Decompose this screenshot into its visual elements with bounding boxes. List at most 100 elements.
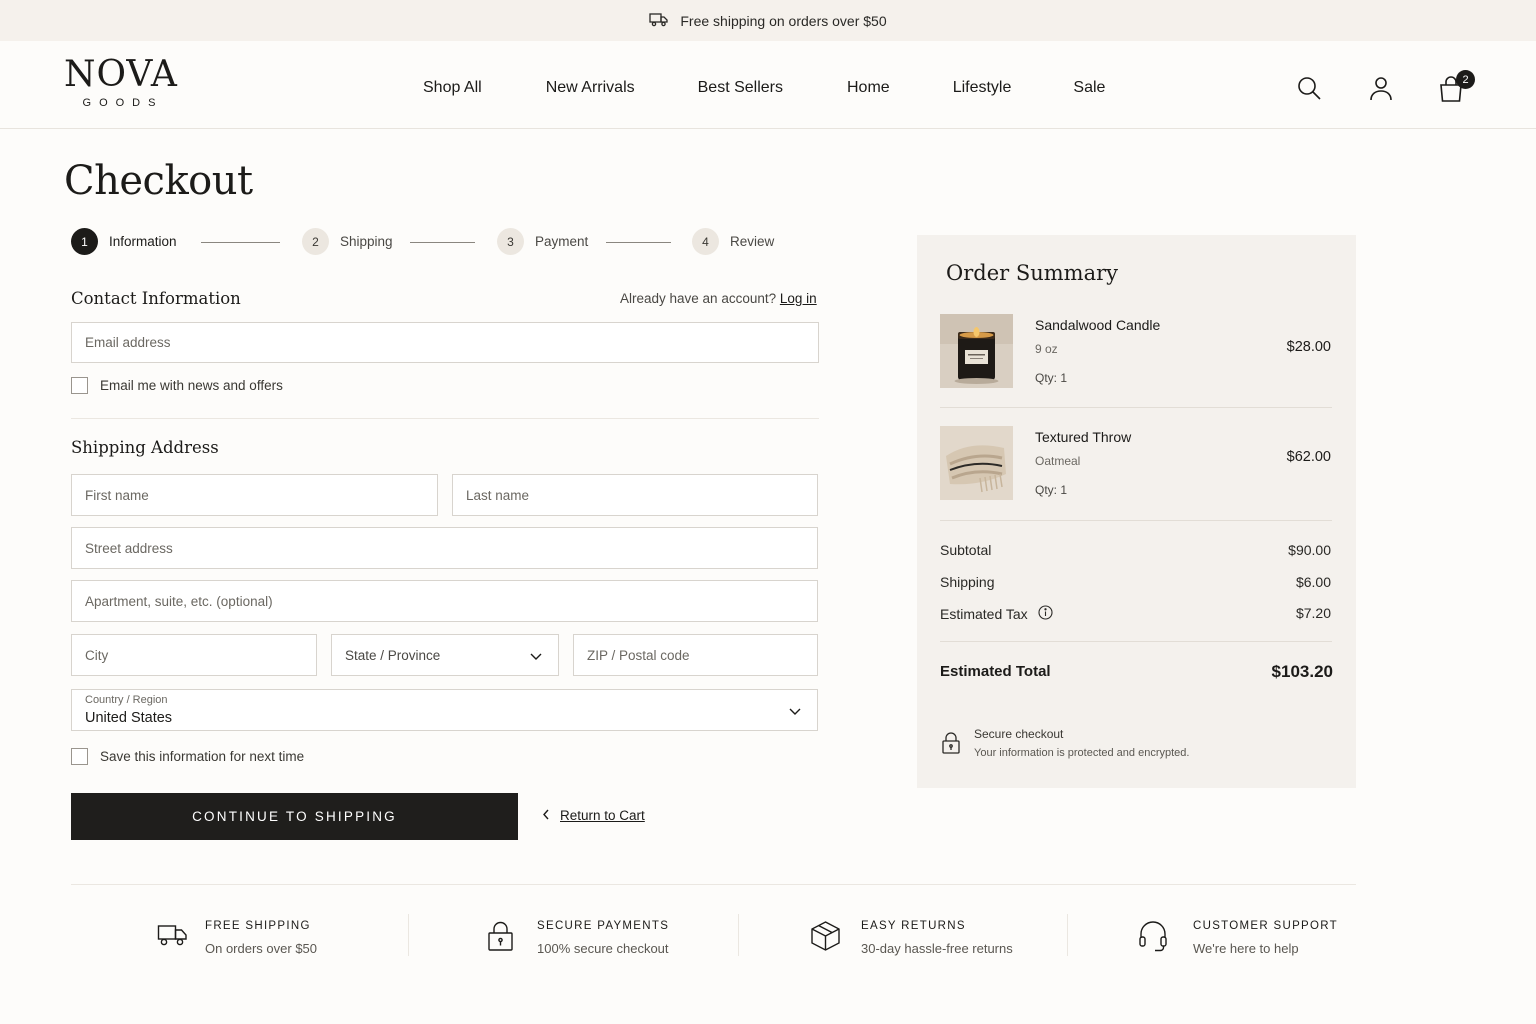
step-review[interactable]: 4 Review	[692, 228, 774, 255]
feature-easy-returns: EASY RETURNS 30-day hassle-free returns	[810, 916, 1050, 960]
save-info-label: Save this information for next time	[100, 749, 305, 764]
email-field[interactable]	[71, 322, 819, 363]
item-quantity: Qty: 1	[1035, 371, 1068, 385]
logo-tagline: GOODS	[82, 97, 164, 109]
logo[interactable]: NOVA GOODS	[64, 55, 177, 110]
apartment-input[interactable]	[85, 593, 804, 609]
step-label: Review	[730, 234, 775, 249]
step-number: 3	[497, 228, 524, 255]
country-label: Country / Region	[85, 694, 168, 706]
feature-title: SECURE PAYMENTS	[537, 920, 670, 932]
nav-new-arrivals[interactable]: New Arrivals	[546, 79, 635, 97]
feature-title: FREE SHIPPING	[205, 920, 311, 932]
lock-icon	[941, 731, 961, 760]
city-input[interactable]	[85, 647, 303, 663]
chevron-down-icon	[530, 650, 542, 662]
street-address-field[interactable]	[71, 527, 818, 569]
total-label: Estimated Total	[940, 663, 1051, 680]
shipping-label: Shipping	[940, 574, 995, 590]
user-icon[interactable]	[1368, 75, 1394, 101]
step-payment[interactable]: 3 Payment	[497, 228, 588, 255]
feature-subtitle: We're here to help	[1193, 941, 1299, 956]
lock-icon	[487, 920, 514, 957]
step-label: Information	[109, 234, 177, 249]
country-select[interactable]: Country / Region United States	[71, 689, 818, 731]
feature-free-shipping: FREE SHIPPING On orders over $50	[157, 916, 397, 960]
feature-separator	[408, 914, 409, 956]
nav-best-sellers[interactable]: Best Sellers	[698, 79, 783, 97]
nav-home[interactable]: Home	[847, 79, 890, 97]
step-label: Payment	[535, 234, 589, 249]
first-name-field[interactable]	[71, 474, 438, 516]
apartment-field[interactable]	[71, 580, 818, 622]
order-summary-title: Order Summary	[946, 261, 1118, 285]
nav-sale[interactable]: Sale	[1073, 79, 1105, 97]
truck-icon	[157, 922, 188, 953]
first-name-input[interactable]	[85, 487, 424, 503]
street-address-input[interactable]	[85, 540, 804, 556]
truck-icon	[649, 12, 669, 30]
summary-divider	[940, 520, 1332, 521]
tax-label-group: Estimated Tax	[940, 605, 1053, 623]
step-connector	[606, 242, 671, 243]
zip-input[interactable]	[587, 647, 804, 663]
feature-title: CUSTOMER SUPPORT	[1193, 920, 1338, 932]
announcement-bar: Free shipping on orders over $50	[0, 0, 1536, 41]
summary-divider	[940, 407, 1332, 408]
site-header: NOVA GOODS Shop All New Arrivals Best Se…	[0, 41, 1536, 129]
state-select-value: State / Province	[345, 647, 441, 663]
feature-title: EASY RETURNS	[861, 920, 966, 932]
step-information[interactable]: 1 Information	[71, 228, 177, 255]
step-number: 2	[302, 228, 329, 255]
tax-value: $7.20	[1295, 605, 1331, 621]
item-price: $28.00	[1286, 339, 1331, 355]
headset-icon	[1138, 920, 1168, 957]
account-prompt-text: Already have an account?	[620, 291, 777, 306]
item-variant: 9 oz	[1035, 342, 1058, 356]
info-icon[interactable]	[1038, 605, 1053, 623]
save-info-option[interactable]: Save this information for next time	[71, 748, 304, 765]
page-title: Checkout	[64, 158, 253, 204]
subtotal-value: $90.00	[1288, 542, 1331, 558]
shipping-section-title: Shipping Address	[71, 438, 219, 457]
step-connector	[410, 242, 475, 243]
tax-label: Estimated Tax	[940, 606, 1028, 622]
item-name: Sandalwood Candle	[1035, 317, 1161, 333]
newsletter-option[interactable]: Email me with news and offers	[71, 377, 283, 394]
step-shipping[interactable]: 2 Shipping	[302, 228, 393, 255]
step-connector	[201, 242, 280, 243]
state-select[interactable]: State / Province	[331, 634, 559, 676]
save-info-checkbox[interactable]	[71, 748, 88, 765]
summary-divider	[940, 641, 1332, 642]
step-number: 1	[71, 228, 98, 255]
total-value: $103.20	[1271, 662, 1333, 681]
return-to-cart-link[interactable]: Return to Cart	[542, 808, 645, 823]
item-quantity: Qty: 1	[1035, 483, 1068, 497]
last-name-input[interactable]	[466, 487, 804, 503]
summary-item: Sandalwood Candle 9 oz Qty: 1 $28.00	[940, 314, 1332, 388]
nav-lifestyle[interactable]: Lifestyle	[953, 79, 1012, 97]
announcement-text: Free shipping on orders over $50	[680, 12, 887, 29]
country-value: United States	[85, 710, 173, 726]
city-field[interactable]	[71, 634, 317, 676]
feature-separator	[1067, 914, 1068, 956]
secure-checkout-subtitle: Your information is protected and encryp…	[974, 747, 1190, 759]
continue-to-shipping-button[interactable]: CONTINUE TO SHIPPING	[71, 793, 518, 840]
newsletter-checkbox[interactable]	[71, 377, 88, 394]
cart-count-badge: 2	[1456, 70, 1475, 89]
zip-field[interactable]	[573, 634, 818, 676]
search-icon[interactable]	[1296, 75, 1322, 101]
login-link[interactable]: Log in	[780, 291, 817, 306]
last-name-field[interactable]	[452, 474, 818, 516]
newsletter-label: Email me with news and offers	[100, 378, 283, 393]
contact-section-title: Contact Information	[71, 289, 241, 308]
item-name: Textured Throw	[1035, 429, 1132, 445]
nav-shop-all[interactable]: Shop All	[423, 79, 482, 97]
order-summary-panel: Order Summary Sandalwood Candle 9 oz Qty…	[917, 235, 1356, 788]
step-label: Shipping	[340, 234, 393, 249]
chevron-left-icon	[542, 808, 550, 823]
return-to-cart-label: Return to Cart	[560, 808, 645, 823]
step-number: 4	[692, 228, 719, 255]
box-icon	[810, 920, 841, 957]
email-input[interactable]	[85, 335, 805, 350]
